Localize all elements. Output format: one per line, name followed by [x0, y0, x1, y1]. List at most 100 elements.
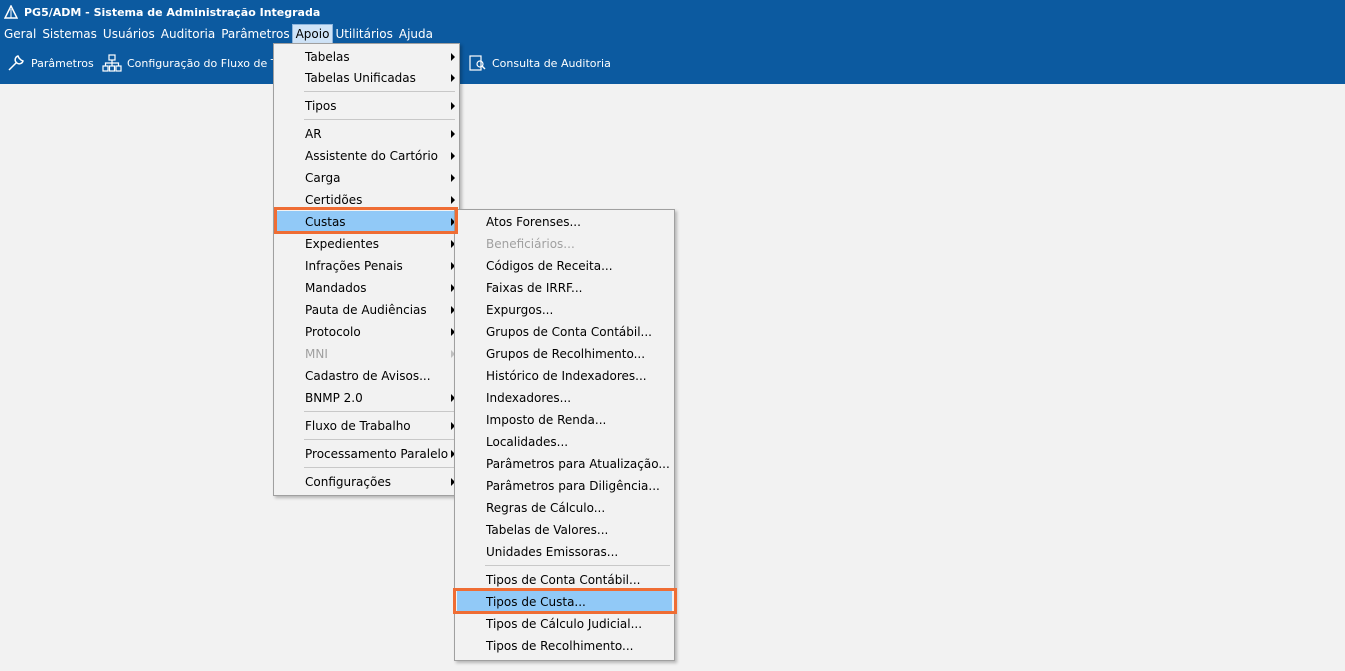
submenu-item-indexadores[interactable]: Indexadores... — [457, 387, 672, 409]
submenu-item-atos-forenses[interactable]: Atos Forenses... — [457, 211, 672, 233]
submenu-arrow-icon — [451, 53, 455, 61]
menu-item-label: Grupos de Conta Contábil... — [486, 325, 652, 339]
menu-separator — [304, 119, 455, 120]
highlight-custas — [274, 207, 458, 234]
menu-item-label: Carga — [305, 171, 341, 185]
menu-sistemas[interactable]: Sistemas — [39, 25, 100, 43]
menu-item-carga[interactable]: Carga — [276, 167, 457, 189]
menu-item-label: Configurações — [305, 475, 391, 489]
menu-item-label: Unidades Emissoras... — [486, 545, 619, 559]
submenu-item-codigos-receita[interactable]: Códigos de Receita... — [457, 255, 672, 277]
toolbar-consulta-label: Consulta de Auditoria — [492, 56, 611, 70]
menu-parametros[interactable]: Parâmetros — [218, 25, 292, 43]
menu-separator — [304, 467, 455, 468]
menu-item-label: Parâmetros para Atualização... — [486, 457, 670, 471]
menu-apoio[interactable]: Apoio — [291, 24, 334, 44]
menu-item-configuracoes[interactable]: Configurações — [276, 471, 457, 493]
app-logo-icon — [4, 5, 18, 19]
menu-item-expedientes[interactable]: Expedientes — [276, 233, 457, 255]
menu-auditoria[interactable]: Auditoria — [158, 25, 218, 43]
toolbar-parametros-button[interactable]: Parâmetros — [6, 52, 94, 74]
menu-item-label: Certidões — [305, 193, 363, 207]
toolbar-consulta-button[interactable]: Consulta de Auditoria — [467, 52, 611, 74]
menu-geral[interactable]: Geral — [1, 25, 39, 43]
highlight-tipos-de-custa — [453, 588, 677, 614]
menu-item-label: Histórico de Indexadores... — [486, 369, 647, 383]
menu-item-cadastro-avisos[interactable]: Cadastro de Avisos... — [276, 365, 457, 387]
menu-item-label: Protocolo — [305, 325, 361, 339]
menu-item-tipos[interactable]: Tipos — [276, 95, 457, 117]
submenu-item-tipos-recolhimento[interactable]: Tipos de Recolhimento... — [457, 635, 672, 657]
menu-item-fluxo-trabalho[interactable]: Fluxo de Trabalho — [276, 415, 457, 437]
menu-item-label: Fluxo de Trabalho — [305, 419, 411, 433]
submenu-arrow-icon — [451, 174, 455, 182]
submenu-item-historico-indexadores[interactable]: Histórico de Indexadores... — [457, 365, 672, 387]
menu-item-label: Processamento Paralelo — [305, 447, 449, 461]
menu-item-label: Cadastro de Avisos... — [305, 369, 431, 383]
toolbar-parametros-label: Parâmetros — [31, 56, 94, 70]
menu-item-label: Atos Forenses... — [486, 215, 581, 229]
menu-item-mandados[interactable]: Mandados — [276, 277, 457, 299]
menu-item-infracoes-penais[interactable]: Infrações Penais — [276, 255, 457, 277]
workflow-icon — [102, 54, 122, 72]
submenu-item-tipos-calculo-judicial[interactable]: Tipos de Cálculo Judicial... — [457, 613, 672, 635]
menu-ajuda[interactable]: Ajuda — [396, 25, 436, 43]
menu-separator — [304, 439, 455, 440]
title-bar: PG5/ADM - Sistema de Administração Integ… — [0, 0, 1345, 24]
submenu-item-localidades[interactable]: Localidades... — [457, 431, 672, 453]
menu-item-label: Tipos de Cálculo Judicial... — [486, 617, 643, 631]
submenu-item-faixas-irrf[interactable]: Faixas de IRRF... — [457, 277, 672, 299]
menu-item-label: Regras de Cálculo... — [486, 501, 606, 515]
menu-item-protocolo[interactable]: Protocolo — [276, 321, 457, 343]
submenu-item-imposto-renda[interactable]: Imposto de Renda... — [457, 409, 672, 431]
menu-item-label: Códigos de Receita... — [486, 259, 613, 273]
window-title: PG5/ADM - Sistema de Administração Integ… — [24, 5, 321, 19]
submenu-item-tabelas-valores[interactable]: Tabelas de Valores... — [457, 519, 672, 541]
submenu-arrow-icon — [451, 152, 455, 160]
apoio-menu: Tabelas Tabelas Unificadas Tipos AR Assi… — [273, 43, 460, 496]
menu-item-label: Infrações Penais — [305, 259, 403, 273]
menu-item-label: Tipos — [305, 99, 337, 113]
menu-item-label: Tipos de Conta Contábil... — [486, 573, 641, 587]
menu-item-label: Parâmetros para Diligência... — [486, 479, 660, 493]
menu-item-tabelas-unificadas[interactable]: Tabelas Unificadas — [276, 67, 457, 89]
menu-item-label: Assistente do Cartório — [305, 149, 438, 163]
menu-separator — [304, 411, 455, 412]
menu-utilitarios[interactable]: Utilitários — [332, 25, 395, 43]
menu-item-label: AR — [305, 127, 322, 141]
submenu-arrow-icon — [451, 74, 455, 82]
submenu-item-unidades-emissoras[interactable]: Unidades Emissoras... — [457, 541, 672, 563]
menu-separator — [485, 565, 670, 566]
menu-bar: Geral Sistemas Usuários Auditoria Parâme… — [0, 24, 1345, 44]
submenu-item-parametros-diligencia[interactable]: Parâmetros para Diligência... — [457, 475, 672, 497]
menu-item-ar[interactable]: AR — [276, 123, 457, 145]
toolbar-fluxo-button[interactable]: Configuração do Fluxo de Tra — [102, 52, 287, 74]
menu-item-assistente-cartorio[interactable]: Assistente do Cartório — [276, 145, 457, 167]
menu-item-pauta-audiencias[interactable]: Pauta de Audiências — [276, 299, 457, 321]
menu-item-label: Tabelas Unificadas — [305, 71, 416, 85]
menu-usuarios[interactable]: Usuários — [100, 25, 158, 43]
menu-item-label: Tabelas — [305, 50, 350, 64]
submenu-item-expurgos[interactable]: Expurgos... — [457, 299, 672, 321]
submenu-item-regras-calculo[interactable]: Regras de Cálculo... — [457, 497, 672, 519]
menu-item-mni: MNI — [276, 343, 457, 365]
submenu-item-beneficiarios: Beneficiários... — [457, 233, 672, 255]
submenu-arrow-icon — [451, 130, 455, 138]
submenu-item-grupos-conta-contabil[interactable]: Grupos de Conta Contábil... — [457, 321, 672, 343]
submenu-arrow-icon — [451, 102, 455, 110]
submenu-arrow-icon — [451, 196, 455, 204]
menu-item-label: BNMP 2.0 — [305, 391, 363, 405]
menu-item-label: Tabelas de Valores... — [486, 523, 609, 537]
audit-search-icon — [469, 55, 486, 71]
menu-item-processamento-paralelo[interactable]: Processamento Paralelo — [276, 443, 457, 465]
menu-item-label: Imposto de Renda... — [486, 413, 607, 427]
menu-item-tabelas[interactable]: Tabelas — [276, 46, 457, 68]
submenu-item-parametros-atualizacao[interactable]: Parâmetros para Atualização... — [457, 453, 672, 475]
menu-item-label: Mandados — [305, 281, 367, 295]
menu-item-label: Indexadores... — [486, 391, 572, 405]
toolbar: Parâmetros Configuração do Fluxo de Tra … — [0, 44, 1345, 84]
menu-item-bnmp[interactable]: BNMP 2.0 — [276, 387, 457, 409]
menu-item-label: Beneficiários... — [486, 237, 575, 251]
submenu-item-grupos-recolhimento[interactable]: Grupos de Recolhimento... — [457, 343, 672, 365]
wrench-icon — [8, 55, 24, 71]
